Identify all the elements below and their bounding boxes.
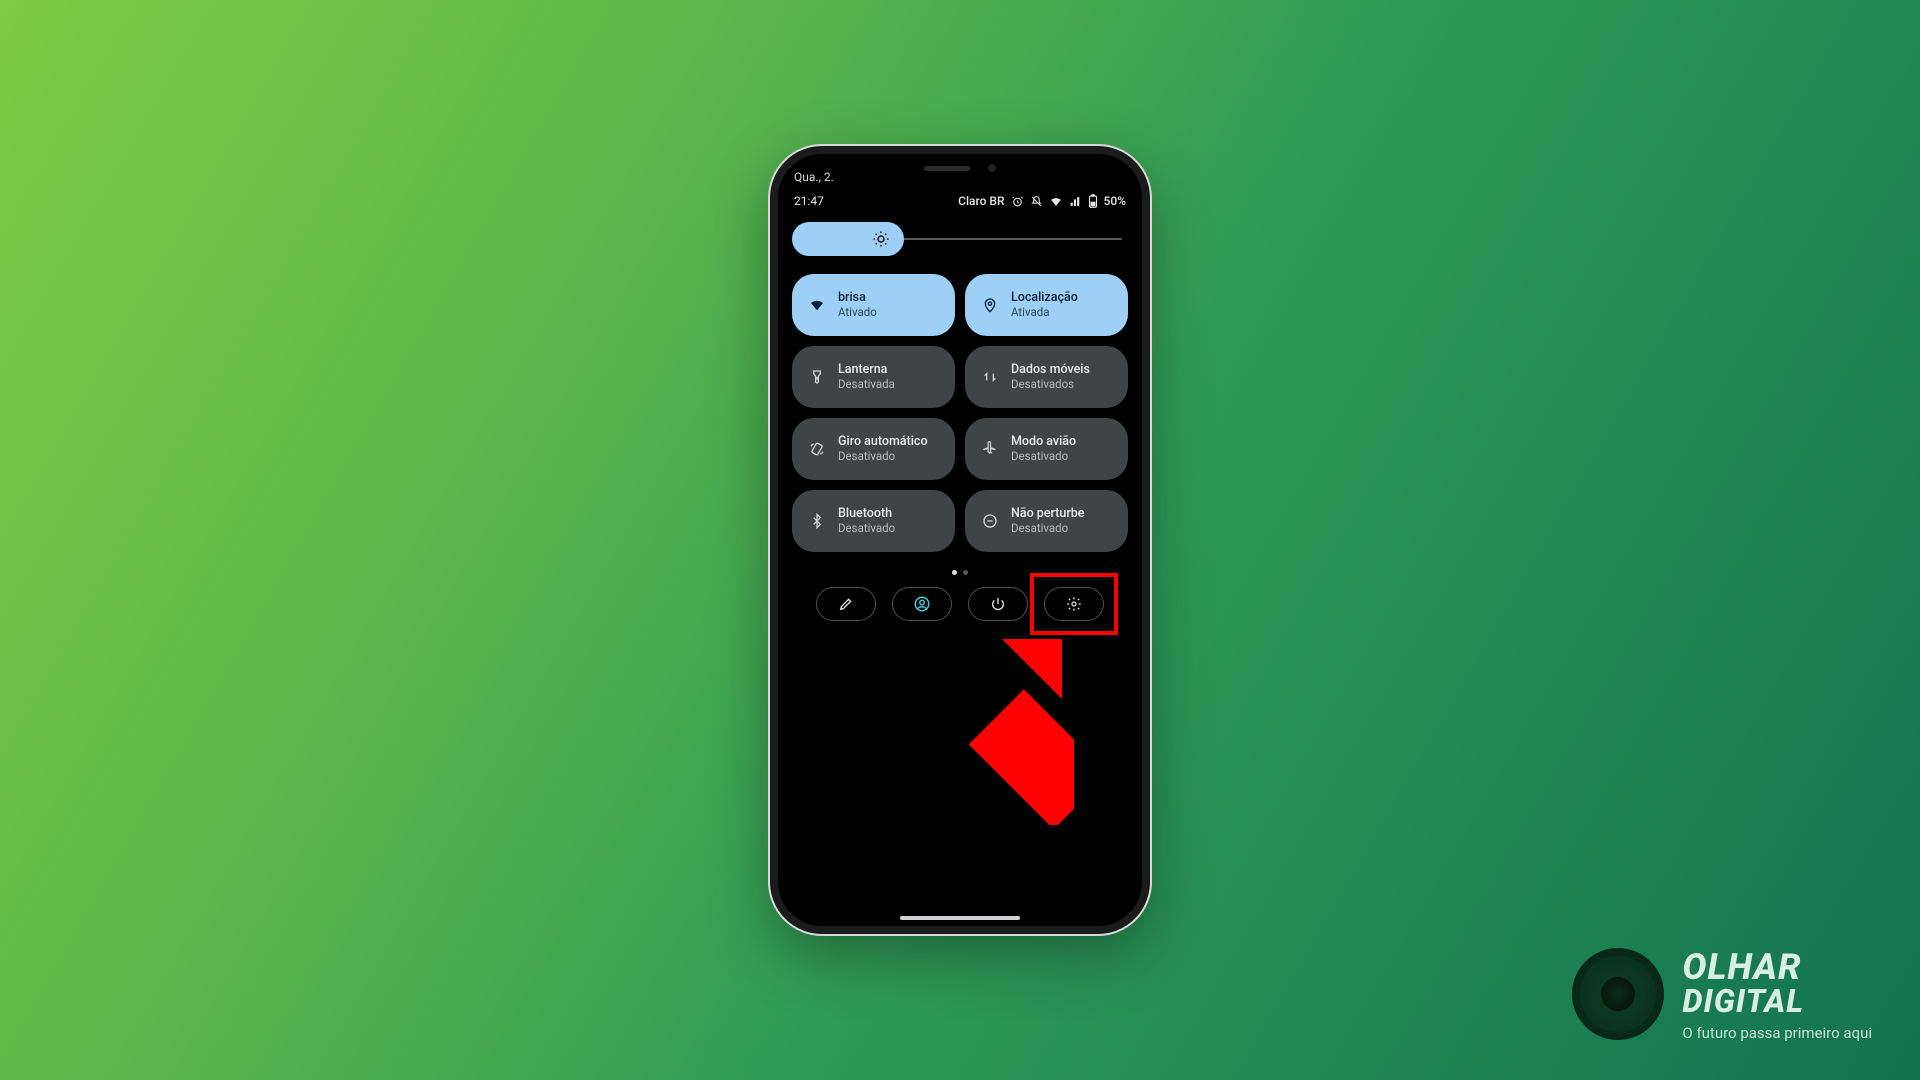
notch [875,154,1045,182]
brightness-track[interactable] [902,238,1122,240]
qs-tile-subtitle: Desativada [838,377,895,391]
mute-icon [1030,195,1043,208]
flashlight-icon [806,369,828,385]
page-dot[interactable] [963,570,968,575]
qs-tile-title: Lanterna [838,363,895,377]
brand-logo [1572,948,1664,1040]
qs-tile-auto-rotate[interactable]: Giro automáticoDesativado [792,418,955,480]
qs-tile-subtitle: Desativado [1011,521,1085,535]
status-carrier: Claro BR [958,194,1004,208]
page-dot[interactable] [952,570,957,575]
location-icon [979,297,1001,313]
qs-tile-title: Localização [1011,291,1078,305]
page-indicator [792,570,1128,575]
quick-settings-panel: Qua., 2. 21:47 Claro BR [778,154,1142,926]
qs-tile-flashlight[interactable]: LanternaDesativada [792,346,955,408]
qs-tile-subtitle: Ativado [838,305,877,319]
airplane-icon [979,441,1001,457]
status-bar: 21:47 Claro BR 50% [792,188,1128,216]
qs-actions-row [792,587,1128,621]
mobile-data-icon [979,369,1001,385]
brightness-icon [872,230,890,248]
qs-tile-title: brisa [838,291,877,305]
qs-tile-mobile-data[interactable]: Dados móveisDesativados [965,346,1128,408]
alarm-icon [1011,195,1024,208]
signal-icon [1069,195,1082,208]
qs-tile-subtitle: Desativado [1011,449,1076,463]
qs-tile-title: Giro automático [838,435,928,449]
user-button[interactable] [892,587,952,621]
quick-tiles-grid: brisaAtivadoLocalizaçãoAtivadaLanternaDe… [792,274,1128,562]
speaker [924,166,970,171]
dnd-icon [979,513,1001,529]
qs-tile-wifi[interactable]: brisaAtivado [792,274,955,336]
gear-icon [1066,596,1082,612]
qs-tile-subtitle: Desativado [838,521,895,535]
brand-watermark: OLHAR DIGITAL O futuro passa primeiro aq… [1572,946,1872,1042]
qs-tile-subtitle: Ativada [1011,305,1078,319]
status-time: 21:47 [794,194,824,208]
qs-tile-airplane[interactable]: Modo aviãoDesativado [965,418,1128,480]
brightness-thumb[interactable] [792,222,904,256]
wifi-icon [806,297,828,313]
qs-tile-dnd[interactable]: Não perturbeDesativado [965,490,1128,552]
power-icon [990,596,1006,612]
qs-tile-title: Modo avião [1011,435,1076,449]
qs-tile-title: Dados móveis [1011,363,1090,377]
brand-line2: DIGITAL [1682,982,1872,1020]
qs-tile-subtitle: Desativado [838,449,928,463]
qs-tile-title: Bluetooth [838,507,895,521]
status-right: Claro BR 50% [958,194,1126,208]
edit-button[interactable] [816,587,876,621]
auto-rotate-icon [806,441,828,457]
brand-tagline: O futuro passa primeiro aqui [1682,1024,1872,1042]
qs-tile-title: Não perturbe [1011,507,1085,521]
battery-pct: 50% [1104,194,1126,208]
qs-tile-bluetooth[interactable]: BluetoothDesativado [792,490,955,552]
user-circle-icon [913,595,931,613]
settings-button[interactable] [1044,587,1104,621]
wifi-status-icon [1049,195,1063,208]
qs-tile-subtitle: Desativados [1011,377,1090,391]
bluetooth-icon [806,513,828,529]
phone-frame: Qua., 2. 21:47 Claro BR [770,146,1150,934]
brightness-slider[interactable] [792,222,1128,256]
qs-tile-location[interactable]: LocalizaçãoAtivada [965,274,1128,336]
power-button[interactable] [968,587,1028,621]
battery-icon [1088,194,1098,208]
home-gesture-bar[interactable] [900,916,1020,920]
front-camera [988,164,996,172]
pencil-icon [838,596,854,612]
